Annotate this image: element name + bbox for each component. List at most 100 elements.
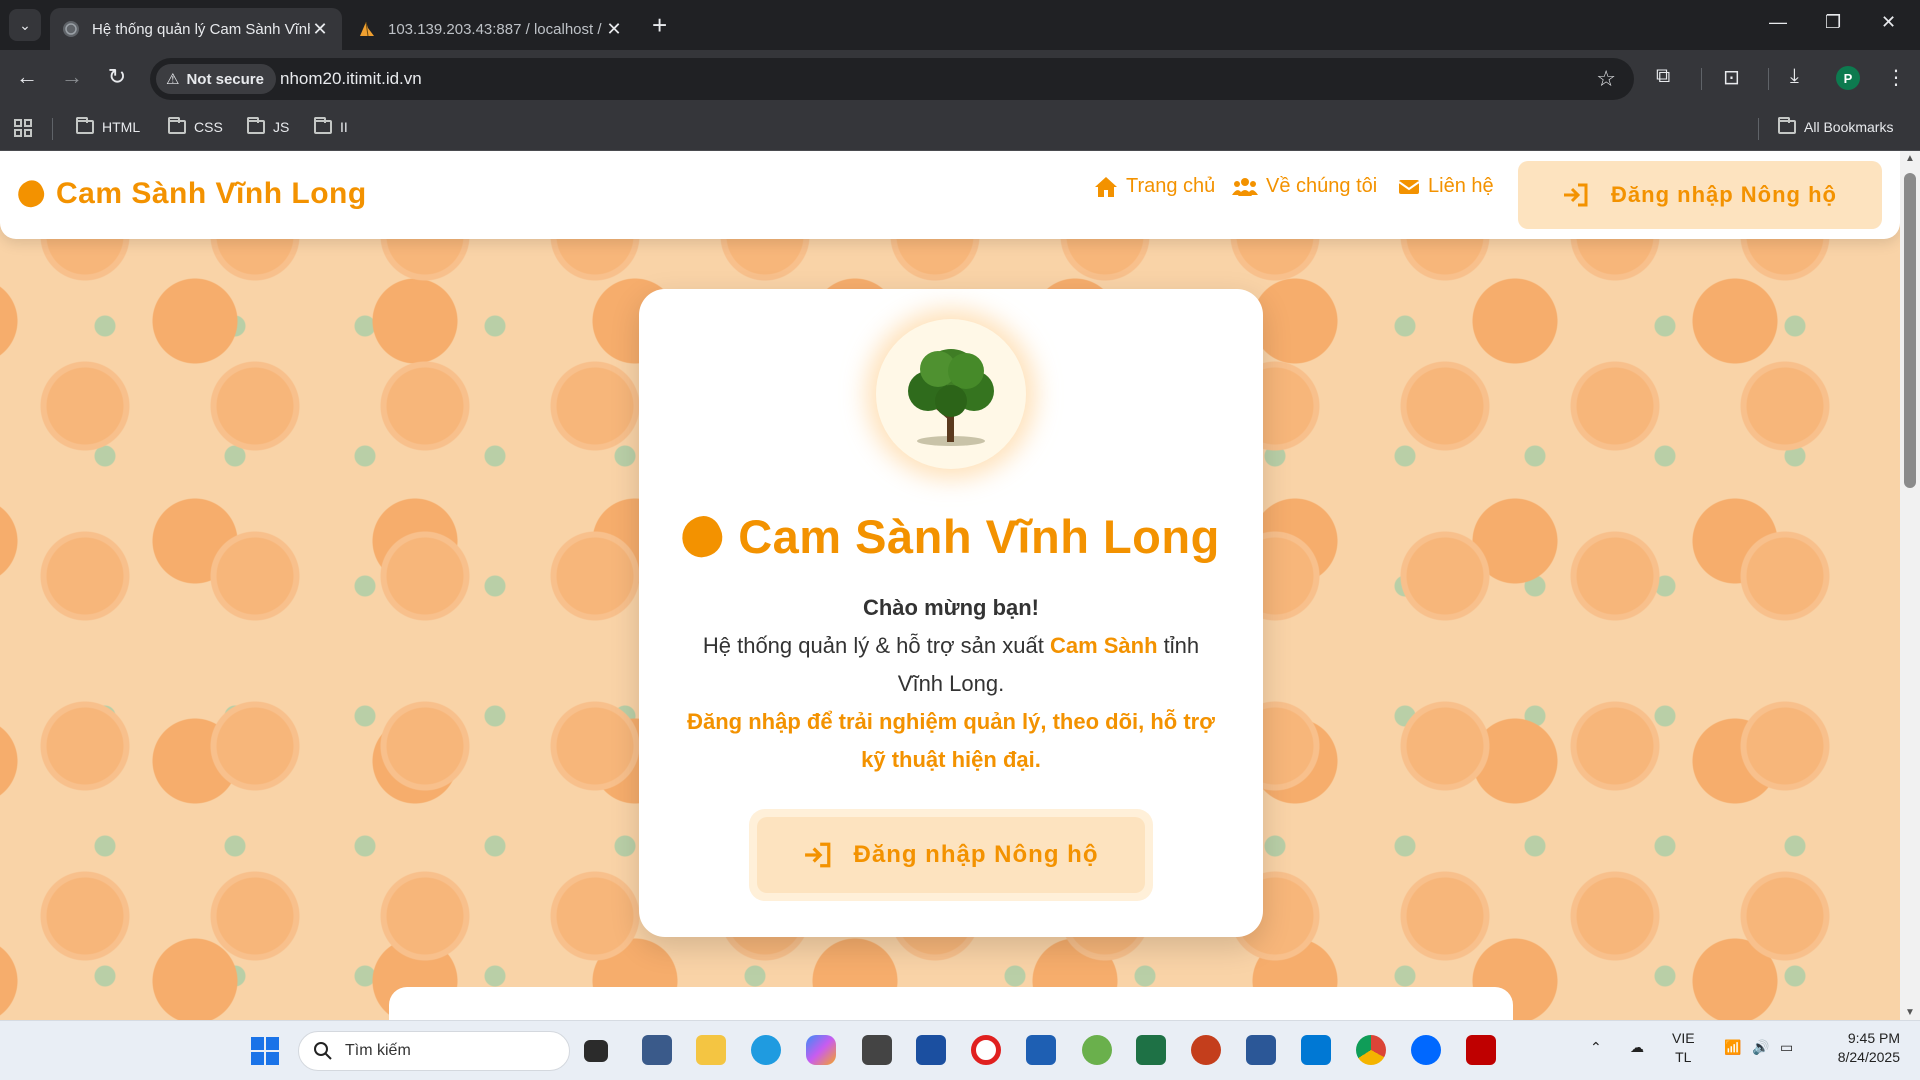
scroll-up-icon[interactable]: ▲ [1905, 153, 1915, 164]
back-icon[interactable]: ← [12, 64, 42, 90]
bookmark-folder[interactable]: II [314, 117, 348, 135]
apps-icon[interactable] [14, 119, 32, 137]
tab-search-button[interactable]: ⌄ [9, 9, 41, 41]
task-view-icon[interactable] [584, 1040, 608, 1062]
vscode-icon[interactable] [1301, 1035, 1331, 1065]
close-tab-icon[interactable]: ✕ [604, 19, 624, 40]
chrome-icon[interactable] [1356, 1035, 1386, 1065]
site-header: Cam Sành Vĩnh Long Trang chủ Về chúng tô… [0, 151, 1900, 239]
nav-about-label: Về chúng tôi [1266, 175, 1378, 197]
lang-line2: TL [1675, 1049, 1692, 1065]
header-login-button[interactable]: Đăng nhập Nông hộ [1518, 161, 1882, 229]
wifi-icon[interactable]: 📶 [1724, 1039, 1741, 1056]
page-scrollbar[interactable]: ▲ ▼ [1900, 151, 1920, 1020]
powerpoint-icon[interactable] [1191, 1035, 1221, 1065]
tree-logo [876, 319, 1026, 469]
bookmark-folder[interactable]: JS [247, 117, 289, 135]
card-login-label: Đăng nhập Nông hộ [853, 841, 1099, 868]
nav-contact-label: Liên hệ [1428, 175, 1494, 197]
intro-highlight: Cam Sành [1049, 633, 1158, 658]
close-tab-icon[interactable]: ✕ [310, 19, 330, 40]
folder-icon [314, 117, 332, 134]
divider [1701, 68, 1702, 90]
page-viewport: Cam Sành Vĩnh Long Trang chủ Về chúng tô… [0, 151, 1900, 1020]
app-icon[interactable] [916, 1035, 946, 1065]
site-brand[interactable]: Cam Sành Vĩnh Long [13, 176, 367, 212]
restore-icon[interactable]: ❐ [1825, 12, 1841, 33]
home-icon [1095, 176, 1117, 197]
edge-icon[interactable] [751, 1035, 781, 1065]
nav-about[interactable]: Về chúng tôi [1232, 175, 1377, 198]
users-icon [1232, 177, 1258, 196]
divider [1758, 118, 1759, 140]
profile-avatar[interactable]: P [1836, 66, 1860, 90]
tab-inactive[interactable]: 103.139.203.43:887 / localhost / ✕ [346, 8, 636, 50]
app-icon[interactable] [1082, 1035, 1112, 1065]
filezilla-icon[interactable] [1466, 1035, 1496, 1065]
bookmark-folder[interactable]: HTML [76, 117, 140, 135]
onedrive-icon[interactable]: ☁ [1630, 1039, 1644, 1056]
taskbar-search-placeholder: Tìm kiếm [345, 1042, 411, 1059]
next-section-card [389, 987, 1513, 1020]
welcome-card: Cam Sành Vĩnh Long Chào mừng bạn! Hệ thố… [639, 289, 1263, 937]
clock-date: 8/24/2025 [1837, 1049, 1900, 1065]
windows-start-icon[interactable] [250, 1036, 280, 1066]
extensions-icon[interactable]: ⧉ [1656, 65, 1670, 88]
battery-icon[interactable]: ▭ [1780, 1039, 1793, 1056]
new-tab-button[interactable]: + [652, 12, 667, 38]
chevron-up-icon[interactable]: ⌃ [1590, 1039, 1602, 1056]
card-login-wrapper: Đăng nhập Nông hộ [749, 809, 1153, 901]
tab-strip: ⌄ Hệ thống quản lý Cam Sành Vĩnh Long ✕ … [0, 0, 1920, 50]
nav-home-label: Trang chủ [1126, 175, 1216, 197]
bookmark-star-icon[interactable]: ☆ [1596, 66, 1616, 92]
reload-icon[interactable]: ↻ [102, 64, 132, 90]
microsoft-store-icon[interactable] [1026, 1035, 1056, 1065]
card-login-button[interactable]: Đăng nhập Nông hộ [757, 817, 1145, 893]
clock[interactable]: 9:45 PM 8/24/2025 [1820, 1029, 1900, 1067]
forward-icon[interactable]: → [57, 64, 87, 90]
brand-text: Cam Sành Vĩnh Long [56, 177, 367, 210]
download-icon[interactable]: ⤓ [1790, 65, 1799, 88]
bookmark-folder[interactable]: CSS [168, 117, 223, 135]
opera-icon[interactable] [971, 1035, 1001, 1065]
all-bookmarks[interactable]: All Bookmarks [1778, 117, 1894, 135]
taskbar-search[interactable]: Tìm kiếm [298, 1031, 570, 1071]
search-icon [314, 1042, 332, 1060]
envelope-icon [1398, 179, 1420, 194]
all-bookmarks-label: All Bookmarks [1804, 119, 1894, 135]
screenshot-icon[interactable]: ⊡ [1723, 65, 1740, 90]
close-window-icon[interactable]: ✕ [1881, 12, 1896, 33]
bookmark-label: II [340, 119, 348, 135]
snipping-tool-icon[interactable] [642, 1035, 672, 1065]
copilot-icon[interactable] [806, 1035, 836, 1065]
bookmark-label: CSS [194, 119, 223, 135]
divider [52, 118, 53, 140]
excel-icon[interactable] [1136, 1035, 1166, 1065]
browser-toolbar: ← → ↻ ⚠ Not secure nhom20.itimit.id.vn ☆… [0, 50, 1920, 107]
menu-icon[interactable]: ⋮ [1886, 65, 1906, 90]
language-indicator[interactable]: VIE TL [1672, 1029, 1695, 1067]
url-text: nhom20.itimit.id.vn [280, 69, 422, 88]
tab-active[interactable]: Hệ thống quản lý Cam Sành Vĩnh Long ✕ [50, 8, 342, 50]
folder-icon [76, 117, 94, 134]
nav-home[interactable]: Trang chủ [1094, 175, 1215, 198]
scroll-down-icon[interactable]: ▼ [1905, 1007, 1915, 1018]
security-chip[interactable]: ⚠ Not secure [156, 64, 276, 94]
tree-icon [908, 349, 994, 446]
minimize-icon[interactable]: — [1769, 12, 1787, 33]
unity-icon[interactable] [862, 1035, 892, 1065]
tab-title: 103.139.203.43:887 / localhost / [388, 20, 602, 38]
phpmyadmin-icon [360, 21, 374, 37]
scroll-thumb[interactable] [1904, 173, 1916, 488]
sign-in-icon [1564, 183, 1588, 207]
globe-icon [63, 21, 79, 37]
address-bar[interactable]: ⚠ Not secure nhom20.itimit.id.vn ☆ [150, 58, 1634, 100]
tab-title: Hệ thống quản lý Cam Sành Vĩnh Long [92, 20, 310, 38]
welcome-text: Chào mừng bạn! Hệ thống quản lý & hỗ trợ… [679, 589, 1223, 779]
word-icon[interactable] [1246, 1035, 1276, 1065]
volume-icon[interactable]: 🔊 [1752, 1039, 1769, 1056]
file-explorer-icon[interactable] [696, 1035, 726, 1065]
zalo-icon[interactable] [1411, 1035, 1441, 1065]
sign-in-icon [804, 842, 830, 868]
nav-contact[interactable]: Liên hệ [1398, 175, 1494, 198]
